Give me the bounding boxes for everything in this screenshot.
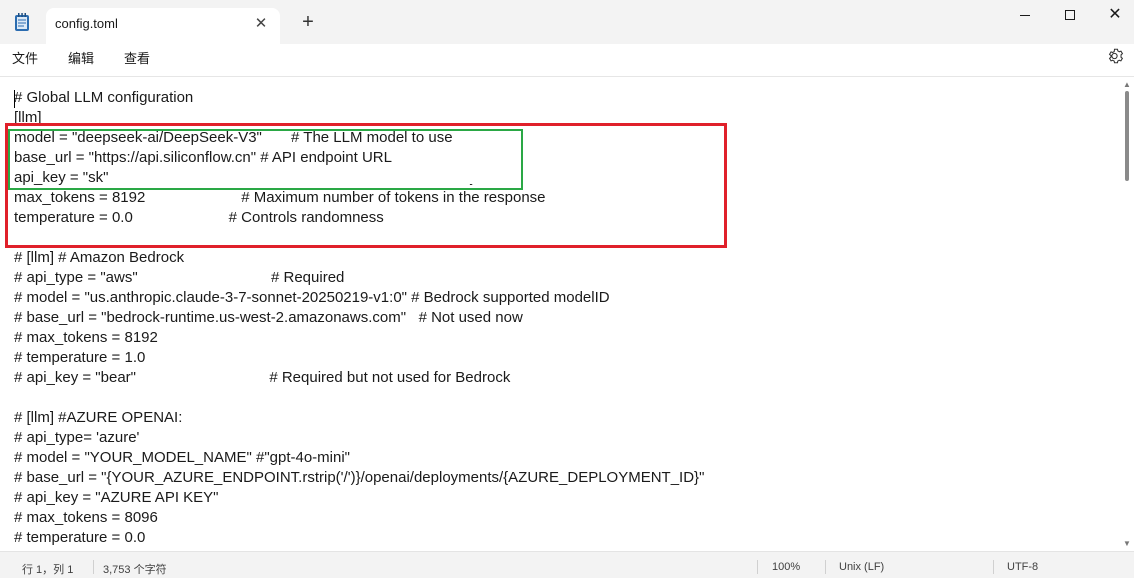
editor-line: # max_tokens = 8192	[14, 329, 158, 346]
editor-line: # temperature = 1.0	[14, 349, 146, 366]
maximize-button[interactable]	[1047, 0, 1093, 30]
close-tab-icon[interactable]: ✕	[252, 15, 270, 33]
editor-line: # [llm] # Amazon Bedrock	[14, 249, 185, 266]
cursor-position: 行 1，列 1	[22, 564, 74, 576]
zoom-level[interactable]: 100%	[772, 561, 800, 573]
menu-edit[interactable]: 编辑	[68, 48, 94, 67]
menu-bar: 文件 编辑 查看	[0, 44, 1134, 70]
menu-file[interactable]: 文件	[12, 48, 38, 67]
editor-line: # api_type = "aws" # Required	[14, 269, 345, 286]
editor-line: # base_url = "{YOUR_AZURE_ENDPOINT.rstri…	[14, 469, 705, 486]
scroll-thumb[interactable]	[1125, 91, 1129, 181]
character-count: 3,753 个字符	[103, 564, 167, 576]
tab-config-toml[interactable]: config.toml ✕	[46, 8, 280, 44]
maximize-icon	[1065, 10, 1075, 20]
status-divider	[93, 560, 94, 574]
vertical-scrollbar[interactable]: ▲ ▼	[1120, 77, 1134, 551]
editor-line: # model = "us.anthropic.claude-3-7-sonne…	[14, 289, 610, 306]
text-caret	[14, 90, 15, 108]
close-icon: ✕	[1108, 6, 1122, 23]
editor-line: # Global LLM configuration	[14, 89, 194, 106]
scroll-up-icon[interactable]: ▲	[1123, 80, 1131, 89]
status-bar: 行 1，列 1 3,753 个字符 100% Unix (LF) UTF-8	[0, 551, 1134, 578]
editor-line: # api_key = "bear" # Required but not us…	[14, 369, 511, 386]
tab-title: config.toml	[55, 16, 118, 31]
editor-line: # model = "YOUR_MODEL_NAME" #"gpt-4o-min…	[14, 449, 350, 466]
encoding[interactable]: UTF-8	[1007, 561, 1038, 573]
gear-icon[interactable]	[1107, 47, 1125, 65]
status-divider	[757, 560, 758, 574]
editor-line: # max_tokens = 8096	[14, 509, 158, 526]
new-tab-button[interactable]: +	[296, 11, 320, 35]
editor-line: # api_type= 'azure'	[14, 429, 140, 446]
editor-line: # api_key = "AZURE API KEY"	[14, 489, 219, 506]
editor-line: # temperature = 0.0	[14, 529, 146, 546]
close-window-button[interactable]: ✕	[1092, 0, 1134, 30]
title-bar: config.toml ✕ + ✕	[0, 0, 1134, 44]
green-highlight-box	[8, 129, 523, 190]
editor-line: # base_url = "bedrock-runtime.us-west-2.…	[14, 309, 523, 326]
notepad-icon	[15, 13, 29, 31]
status-divider	[825, 560, 826, 574]
text-editor[interactable]: # Global LLM configuration [llm] model =…	[0, 77, 1120, 551]
scroll-down-icon[interactable]: ▼	[1123, 539, 1131, 548]
status-divider	[993, 560, 994, 574]
minimize-button[interactable]	[1002, 0, 1048, 30]
editor-line: # [llm] #AZURE OPENAI:	[14, 409, 183, 426]
menu-view[interactable]: 查看	[124, 48, 150, 67]
minimize-icon	[1020, 14, 1030, 16]
line-ending[interactable]: Unix (LF)	[839, 561, 884, 573]
